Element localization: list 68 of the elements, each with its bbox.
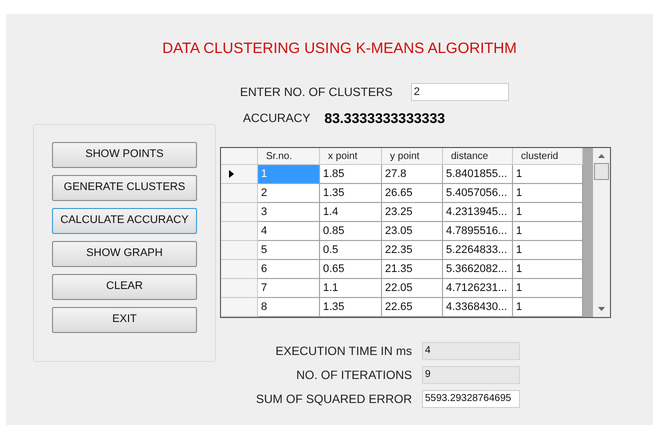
result-field[interactable]: 5593.29328764695 bbox=[422, 390, 520, 408]
accuracy-value: 83.3333333333333 bbox=[324, 108, 446, 128]
table-cell: 1 bbox=[513, 184, 583, 202]
table-cell: 4.3368430... bbox=[443, 298, 513, 316]
result-label: NO. OF ITERATIONS bbox=[296, 366, 412, 384]
table-cell: 1 bbox=[513, 298, 583, 316]
table-cell: 1.85 bbox=[320, 164, 382, 184]
table-cell: 23.25 bbox=[382, 202, 443, 222]
table-cell: 7 bbox=[258, 278, 320, 298]
table-cell: 1 bbox=[513, 278, 583, 298]
table-cell: 23.05 bbox=[382, 222, 443, 240]
table-cell: 5.2264833... bbox=[443, 240, 513, 260]
table-cell: 5 bbox=[258, 240, 320, 260]
table-cell: 1 bbox=[513, 260, 583, 278]
form-title: DATA CLUSTERING USING K-MEANS ALGORITHM bbox=[162, 39, 517, 59]
table-cell: 4.7126231... bbox=[443, 278, 513, 298]
scroll-down-icon[interactable] bbox=[598, 306, 605, 310]
table-cell: 5.8401855... bbox=[443, 164, 513, 184]
action-button[interactable]: SHOW GRAPH bbox=[52, 240, 197, 266]
result-label: SUM OF SQUARED ERROR bbox=[256, 390, 412, 408]
scroll-thumb[interactable] bbox=[594, 162, 609, 180]
table-cell: 1 bbox=[513, 164, 583, 184]
table-cell: 22.65 bbox=[382, 298, 443, 316]
table-cell: 5.3662082... bbox=[443, 260, 513, 278]
table-cell: 1 bbox=[258, 164, 320, 184]
table-cell: 1 bbox=[513, 222, 583, 240]
action-button[interactable]: EXIT bbox=[52, 306, 197, 332]
row-header[interactable] bbox=[221, 164, 258, 184]
accuracy-label: ACCURACY bbox=[243, 110, 310, 127]
column-header[interactable]: clusterid bbox=[513, 148, 583, 164]
action-button[interactable]: SHOW POINTS bbox=[52, 142, 197, 168]
table-cell: 3 bbox=[258, 202, 320, 222]
action-button[interactable]: CLEAR bbox=[52, 274, 197, 300]
table-cell: 2 bbox=[258, 184, 320, 202]
table-cell: 1.1 bbox=[320, 278, 382, 298]
table-cell: 4 bbox=[258, 222, 320, 240]
current-row-icon bbox=[229, 170, 234, 178]
table-cell: 1.35 bbox=[320, 298, 382, 316]
table-cell: 22.05 bbox=[382, 278, 443, 298]
table-cell: 4.7895516... bbox=[443, 222, 513, 240]
table-cell: 8 bbox=[258, 298, 320, 316]
table-cell: 1 bbox=[513, 240, 583, 260]
table-cell: 1.35 bbox=[320, 184, 382, 202]
column-header[interactable]: x point bbox=[320, 148, 382, 164]
vertical-scrollbar[interactable] bbox=[593, 148, 610, 316]
table-cell: 1.4 bbox=[320, 202, 382, 222]
column-header[interactable]: y point bbox=[382, 148, 443, 164]
action-button[interactable]: CALCULATE ACCURACY bbox=[52, 208, 197, 234]
result-label: EXECUTION TIME IN ms bbox=[276, 342, 412, 360]
table-cell: 0.65 bbox=[320, 260, 382, 278]
table-cell: 21.35 bbox=[382, 260, 443, 278]
table-cell: 6 bbox=[258, 260, 320, 278]
scroll-up-icon[interactable] bbox=[598, 154, 605, 158]
table-cell: 26.65 bbox=[382, 184, 443, 202]
table-cell: 22.35 bbox=[382, 240, 443, 260]
table-cell: 0.85 bbox=[320, 222, 382, 240]
result-field[interactable]: 9 bbox=[422, 366, 520, 384]
clusters-label: ENTER NO. OF CLUSTERS bbox=[240, 84, 393, 100]
clusters-field[interactable]: 2 bbox=[410, 82, 509, 100]
column-header[interactable]: distance bbox=[443, 148, 513, 164]
table-cell: 27.8 bbox=[382, 164, 443, 184]
table-cell: 4.2313945... bbox=[443, 202, 513, 222]
table-cell: 0.5 bbox=[320, 240, 382, 260]
result-field[interactable]: 4 bbox=[422, 342, 520, 360]
table-cell: 1 bbox=[513, 202, 583, 222]
table-cell: 5.4057056... bbox=[443, 184, 513, 202]
action-button[interactable]: GENERATE CLUSTERS bbox=[52, 174, 197, 200]
column-header[interactable]: Sr.no. bbox=[258, 148, 320, 164]
